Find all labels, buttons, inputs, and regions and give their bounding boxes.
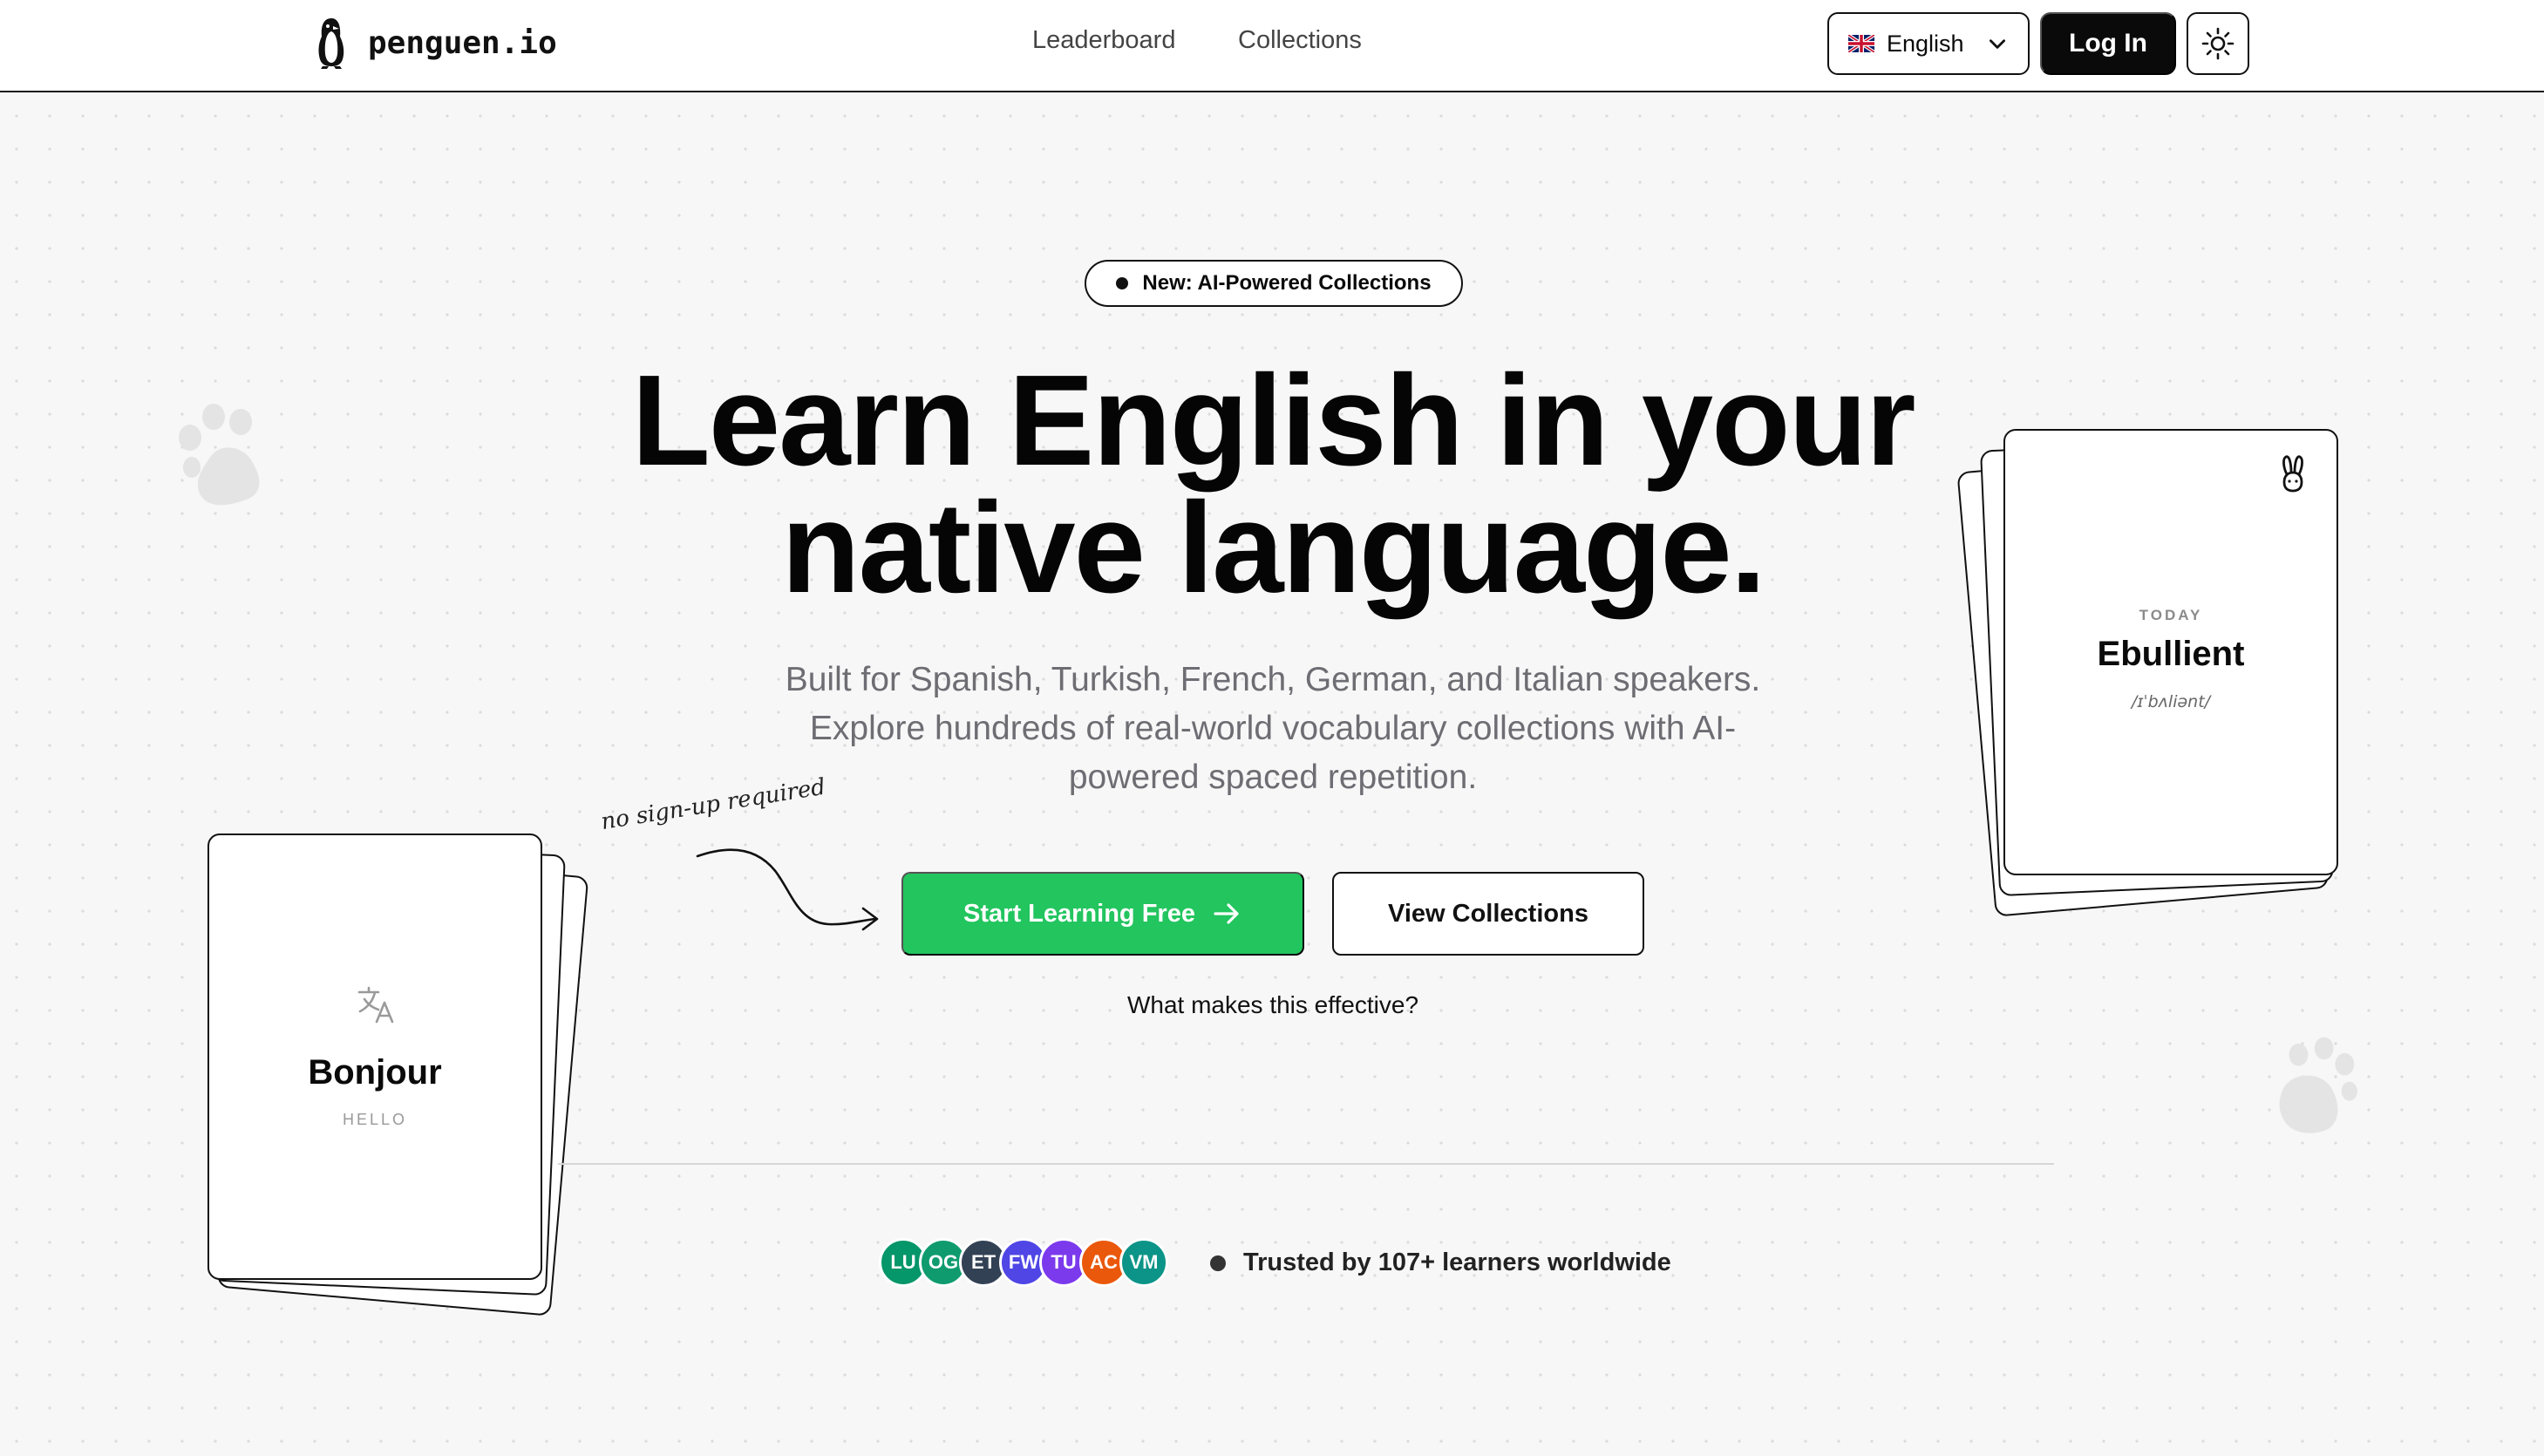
card-word: Bonjour (308, 1053, 442, 1092)
login-button[interactable]: Log In (2040, 12, 2176, 75)
card-translation: HELLO (342, 1111, 408, 1128)
what-makes-effective-link[interactable]: What makes this effective? (1011, 991, 1534, 1019)
start-learning-label: Start Learning Free (963, 899, 1195, 928)
headline-line-1: Learn English in your (631, 349, 1915, 493)
subtitle-line-2: Explore hundreds of real-world vocabular… (809, 710, 1737, 747)
logo-text: penguen.io (368, 24, 557, 61)
language-select[interactable]: English (1827, 12, 2030, 75)
avatar: VM (1119, 1238, 1168, 1287)
page-title: Learn English in your native language. (453, 349, 2092, 620)
paw-print-icon (2279, 1037, 2357, 1133)
start-learning-button[interactable]: Start Learning Free (901, 872, 1304, 956)
divider (558, 1163, 2054, 1165)
subtitle-line-3: powered spaced repetition. (1068, 759, 1478, 796)
status-dot (1210, 1255, 1226, 1271)
curved-arrow-icon (696, 848, 879, 931)
flashcard-bonjour[interactable]: Bonjour HELLO (207, 833, 542, 1280)
paw-print-icon (179, 404, 260, 506)
arrow-right-icon (1214, 903, 1239, 924)
trust-text: Trusted by 107+ learners worldwide (1243, 1248, 1671, 1276)
translate-icon (357, 986, 394, 1024)
learner-avatars: LU OG ET FW TU AC VM (879, 1238, 1168, 1287)
trust-statement: Trusted by 107+ learners worldwide (1210, 1248, 1671, 1277)
badge-dot (1116, 277, 1129, 289)
nav-collections[interactable]: Collections (1238, 26, 1362, 55)
language-label: English (1887, 30, 1964, 57)
headline-line-2: native language. (781, 476, 1766, 620)
hero-subtitle: Built for Spanish, Turkish, French, Germ… (724, 656, 1822, 802)
subtitle-line-1: Built for Spanish, Turkish, French, Germ… (785, 661, 1761, 698)
bunny-icon (2282, 455, 2303, 493)
uk-flag-icon (1848, 35, 1874, 52)
top-nav-bar: penguen.io Leaderboard Collections Engli… (0, 0, 2544, 92)
nav-leaderboard[interactable]: Leaderboard (1032, 26, 1175, 55)
logo[interactable]: penguen.io (314, 16, 557, 70)
new-feature-badge[interactable]: New: AI-Powered Collections (1085, 260, 1463, 307)
no-signup-note: no sign-up required (599, 773, 827, 835)
theme-toggle-button[interactable] (2187, 12, 2249, 75)
view-collections-button[interactable]: View Collections (1332, 872, 1644, 956)
card-word: Ebullient (2097, 635, 2245, 673)
card-pronunciation: /ɪˈbʌliənt/ (2131, 692, 2211, 711)
penguin-logo-icon (318, 18, 344, 69)
chevron-down-icon (1990, 39, 2005, 49)
sun-icon (2201, 27, 2235, 60)
badge-text: New: AI-Powered Collections (1142, 271, 1432, 295)
